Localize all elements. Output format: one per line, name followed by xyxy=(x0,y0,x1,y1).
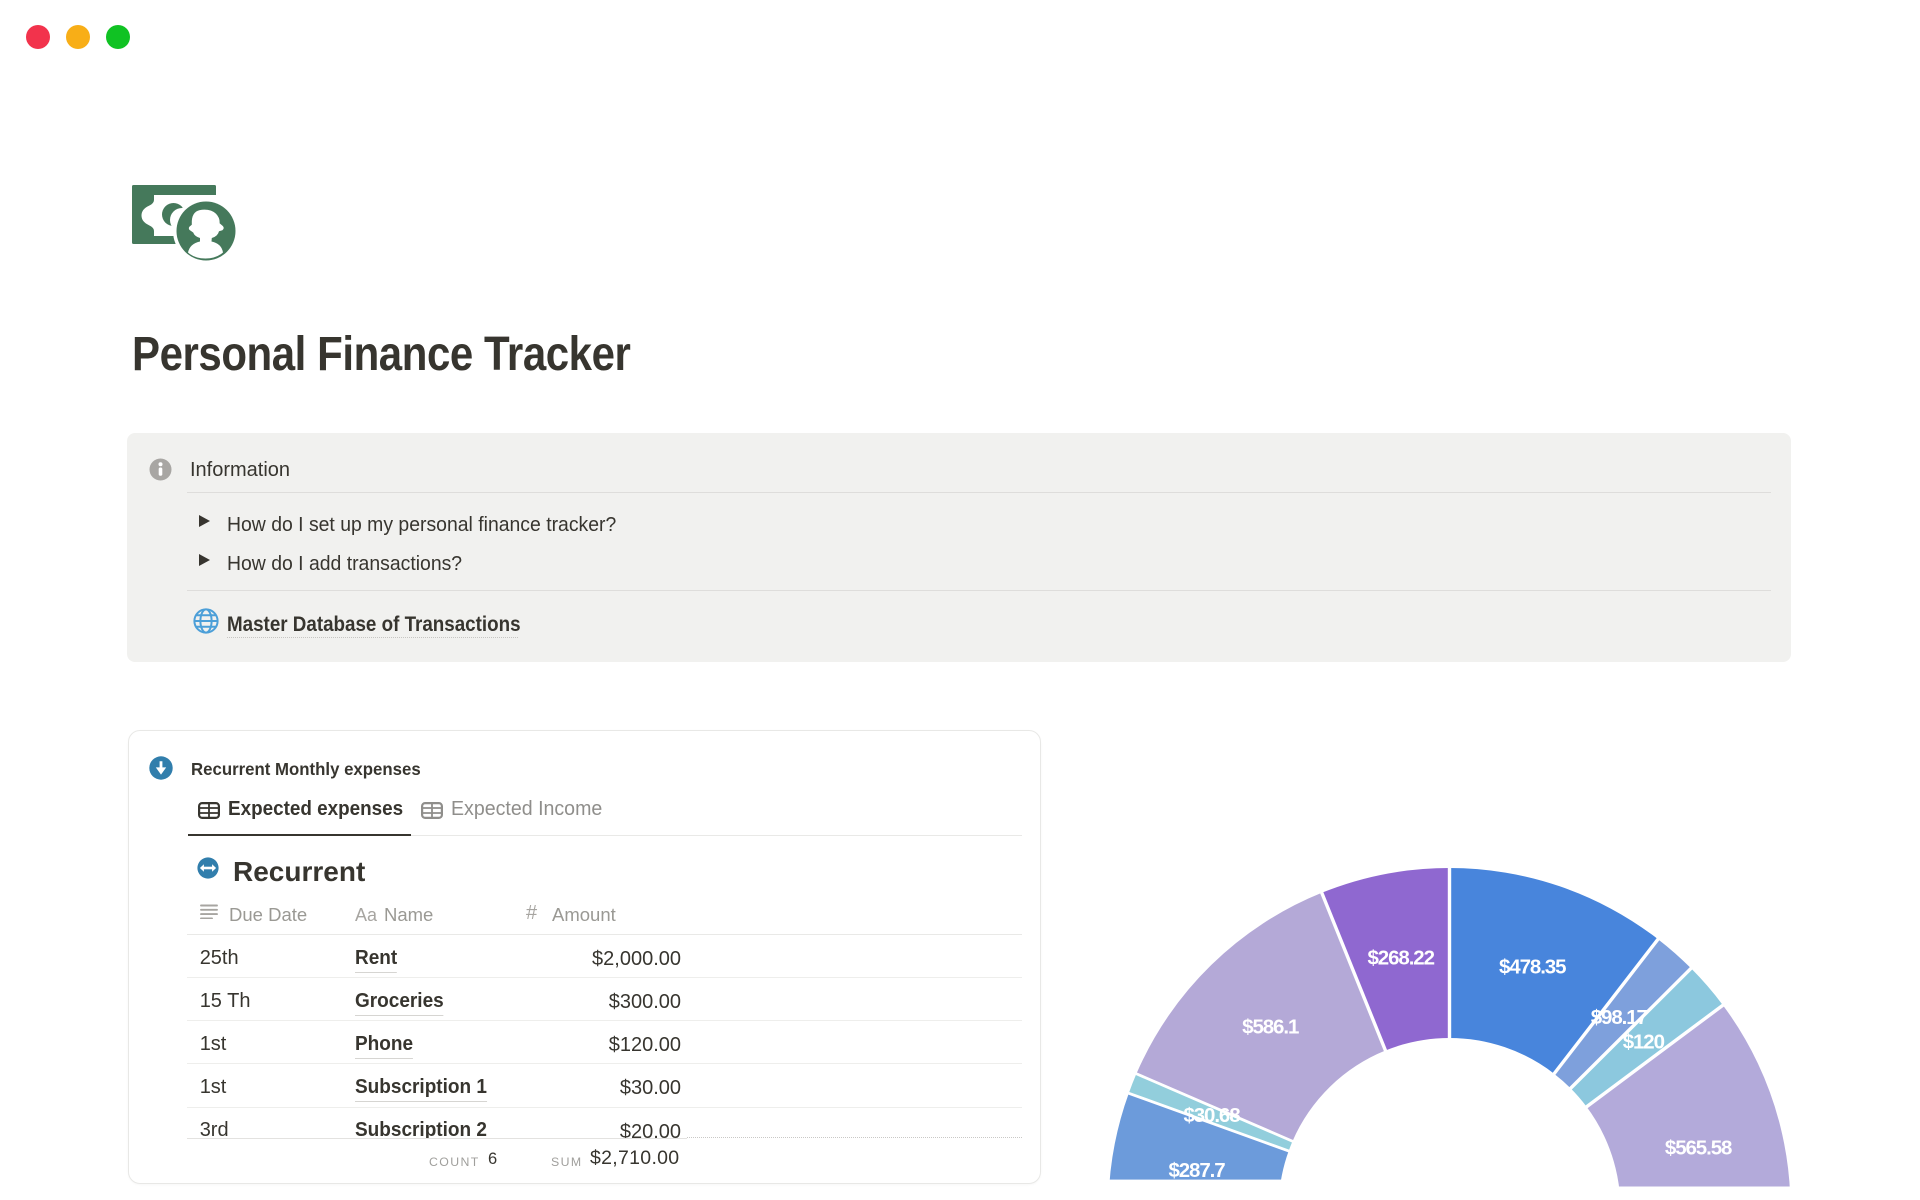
svg-text:$30.68: $30.68 xyxy=(1183,1104,1240,1127)
svg-text:$98.17: $98.17 xyxy=(1591,1006,1648,1029)
svg-text:$268.22: $268.22 xyxy=(1367,947,1434,970)
svg-text:$586.1: $586.1 xyxy=(1242,1015,1299,1038)
svg-text:$478.35: $478.35 xyxy=(1499,956,1566,979)
svg-text:$120: $120 xyxy=(1623,1031,1665,1054)
svg-text:$565.58: $565.58 xyxy=(1665,1137,1732,1160)
svg-text:$287.7: $287.7 xyxy=(1168,1159,1225,1182)
